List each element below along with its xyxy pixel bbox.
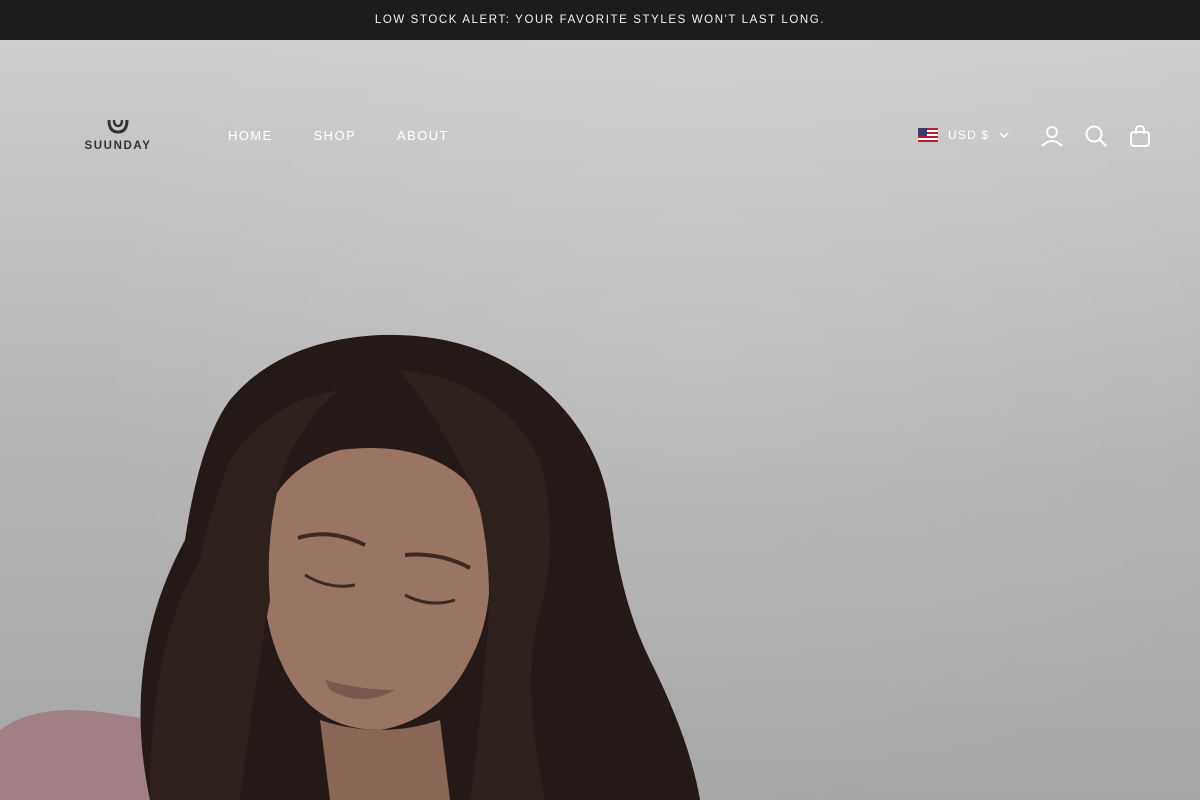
cart-bag-icon: [1130, 124, 1150, 147]
brand-name: SUUNDAY: [84, 140, 152, 152]
brand-logo[interactable]: SUUNDAY: [78, 118, 158, 154]
currency-label: USD $: [948, 128, 990, 142]
announcement-bar: LOW STOCK ALERT: YOUR FAVORITE STYLES WO…: [0, 0, 1200, 40]
announcement-text: LOW STOCK ALERT: YOUR FAVORITE STYLES WO…: [374, 14, 826, 26]
account-button[interactable]: [1039, 123, 1065, 149]
currency-selector[interactable]: USD $: [918, 128, 1009, 142]
nav-item-about[interactable]: ABOUT: [397, 128, 449, 143]
sun-logo-icon: [107, 119, 129, 134]
us-flag-icon: [918, 128, 938, 142]
search-button[interactable]: [1083, 123, 1109, 149]
nav-item-home[interactable]: HOME: [228, 128, 273, 143]
account-icon: [1041, 126, 1063, 147]
search-icon: [1085, 125, 1107, 147]
main-nav: HOME SHOP ABOUT: [228, 128, 490, 143]
chevron-down-icon: [999, 132, 1009, 138]
site-header: SUUNDAY HOME SHOP ABOUT USD $: [0, 40, 1200, 230]
cart-button[interactable]: [1127, 123, 1153, 149]
nav-item-shop[interactable]: SHOP: [314, 128, 356, 143]
